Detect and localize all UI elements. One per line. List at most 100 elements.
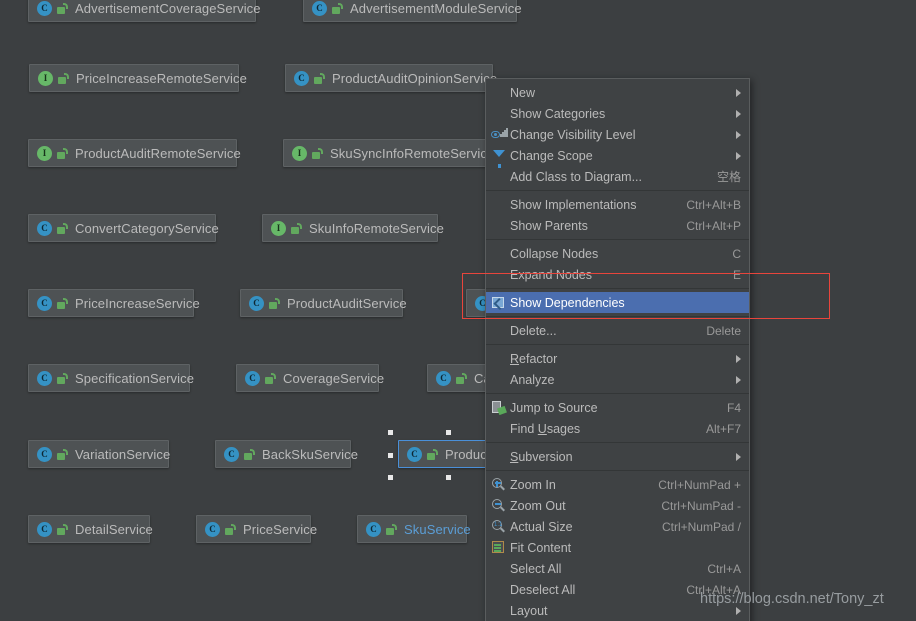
submenu-arrow-icon	[736, 375, 741, 384]
menu-separator	[486, 316, 749, 317]
menu-item[interactable]: Analyze	[486, 369, 749, 390]
class-badge-icon: C	[294, 70, 309, 86]
padlock-icon	[386, 523, 397, 535]
menu-item-shortcut: C	[732, 246, 741, 261]
menu-separator	[486, 288, 749, 289]
diagram-node[interactable]: I ProductAuditRemoteService	[28, 139, 241, 167]
diagram-node[interactable]: C BackSkuService	[215, 440, 358, 468]
menu-item-label: Find Usages	[510, 421, 581, 436]
diagram-node-label: SkuInfoRemoteService	[309, 220, 444, 236]
menu-item-shortcut: E	[732, 267, 741, 282]
menu-item-icon-empty	[490, 421, 508, 436]
interface-badge-icon: I	[271, 220, 286, 236]
menu-item[interactable]: 1:1 Actual Size Ctrl+NumPad /	[486, 516, 749, 537]
diagram-node[interactable]: C DetailService	[28, 515, 153, 543]
menu-item[interactable]: Zoom Out Ctrl+NumPad -	[486, 495, 749, 516]
menu-item-icon-empty	[490, 197, 508, 212]
diagram-node-label: BackSkuService	[262, 446, 359, 462]
padlock-icon	[57, 297, 68, 309]
diagram-node[interactable]: C PriceService	[196, 515, 317, 543]
interface-badge-icon: I	[37, 145, 52, 161]
diagram-node[interactable]: C SkuService	[357, 515, 471, 543]
menu-item-icon-empty	[490, 169, 508, 184]
diagram-node-label: CoverageService	[283, 370, 385, 386]
menu-item-shortcut: Ctrl+NumPad +	[658, 477, 741, 492]
menu-item-label: Show Implementations	[510, 197, 637, 212]
diagram-node-label: AdvertisementCoverageService	[75, 0, 261, 16]
menu-item-shortcut: Delete	[706, 323, 741, 338]
diagram-node[interactable]: C PriceIncreaseService	[28, 289, 200, 317]
diagram-node[interactable]: I SkuInfoRemoteService	[262, 214, 444, 242]
menu-item-label: New	[510, 85, 536, 100]
fit-content-icon	[490, 540, 508, 555]
class-badge-icon: C	[205, 521, 220, 537]
menu-item[interactable]: Show Dependencies	[486, 292, 749, 313]
menu-item-label: Delete...	[510, 323, 557, 338]
menu-item[interactable]: Collapse Nodes C	[486, 243, 749, 264]
padlock-icon	[291, 222, 302, 234]
diagram-node[interactable]: C AdvertisementCoverageService	[28, 0, 261, 22]
diagram-node-label: SkuSyncInfoRemoteService	[330, 145, 495, 161]
diagram-node[interactable]: C ProductAuditOpinionService	[285, 64, 497, 92]
menu-item-label: Zoom In	[510, 477, 556, 492]
menu-item[interactable]: Expand Nodes E	[486, 264, 749, 285]
diagram-node-label: ProductAuditRemoteService	[75, 145, 241, 161]
diagram-node-label: ConvertCategoryService	[75, 220, 219, 236]
menu-item[interactable]: Fit Content	[486, 537, 749, 558]
menu-item[interactable]: Refactor	[486, 348, 749, 369]
menu-item[interactable]: Find Usages Alt+F7	[486, 418, 749, 439]
diagram-node[interactable]: C ConvertCategoryService	[28, 214, 219, 242]
submenu-arrow-icon	[736, 109, 741, 118]
menu-item[interactable]: Show Categories	[486, 103, 749, 124]
diagram-node[interactable]: C AdvertisementModuleService	[303, 0, 522, 22]
menu-item-label: Show Parents	[510, 218, 588, 233]
diagram-node[interactable]: I PriceIncreaseRemoteService	[29, 64, 247, 92]
class-badge-icon: C	[224, 446, 239, 462]
diagram-node[interactable]: C SpecificationService	[28, 364, 194, 392]
padlock-icon	[332, 2, 343, 14]
class-badge-icon: C	[37, 220, 52, 236]
menu-item-label: Show Dependencies	[510, 295, 625, 310]
menu-item[interactable]: Zoom In Ctrl+NumPad +	[486, 474, 749, 495]
menu-item[interactable]: Select All Ctrl+A	[486, 558, 749, 579]
menu-item-icon-empty	[490, 582, 508, 597]
menu-item[interactable]: Delete... Delete	[486, 320, 749, 341]
menu-item[interactable]: Show Implementations Ctrl+Alt+B	[486, 194, 749, 215]
diagram-node[interactable]: C VariationService	[28, 440, 170, 468]
diagram-node[interactable]: I SkuSyncInfoRemoteService	[283, 139, 494, 167]
class-badge-icon: C	[37, 295, 52, 311]
menu-item-label: Show Categories	[510, 106, 606, 121]
menu-item[interactable]: New	[486, 82, 749, 103]
menu-item-icon-empty	[490, 351, 508, 366]
interface-badge-icon: I	[38, 70, 53, 86]
menu-item[interactable]: Show Parents Ctrl+Alt+P	[486, 215, 749, 236]
menu-item-label: Deselect All	[510, 582, 576, 597]
diagram-node[interactable]: C ProductAuditService	[240, 289, 407, 317]
padlock-icon	[269, 297, 280, 309]
padlock-icon	[244, 448, 255, 460]
padlock-icon	[57, 448, 68, 460]
submenu-arrow-icon	[736, 88, 741, 97]
class-badge-icon: C	[366, 521, 381, 537]
diagram-canvas[interactable]: C AdvertisementCoverageService C Advertisem…	[0, 0, 916, 621]
menu-item-shortcut: F4	[726, 400, 741, 415]
class-badge-icon: C	[37, 521, 52, 537]
padlock-icon	[57, 222, 68, 234]
menu-item[interactable]: Add Class to Diagram... 空格	[486, 166, 749, 187]
menu-separator	[486, 190, 749, 191]
menu-item[interactable]: Change Visibility Level	[486, 124, 749, 145]
diagram-node[interactable]: C CoverageService	[236, 364, 384, 392]
menu-item-icon-empty	[490, 85, 508, 100]
menu-item[interactable]: Subversion	[486, 446, 749, 467]
menu-item-label: Layout	[510, 603, 548, 618]
context-menu[interactable]: New Show Categories Change Visibility Leve…	[485, 78, 750, 621]
menu-item[interactable]: Jump to Source F4	[486, 397, 749, 418]
menu-item-label: Fit Content	[510, 540, 572, 555]
submenu-arrow-icon	[736, 452, 741, 461]
menu-item-icon-empty	[490, 561, 508, 576]
menu-item[interactable]: Change Scope	[486, 145, 749, 168]
diagram-node[interactable]: C Product	[398, 440, 498, 468]
class-badge-icon: C	[37, 446, 52, 462]
padlock-icon	[225, 523, 236, 535]
menu-item-shortcut: Ctrl+Alt+P	[686, 218, 741, 233]
